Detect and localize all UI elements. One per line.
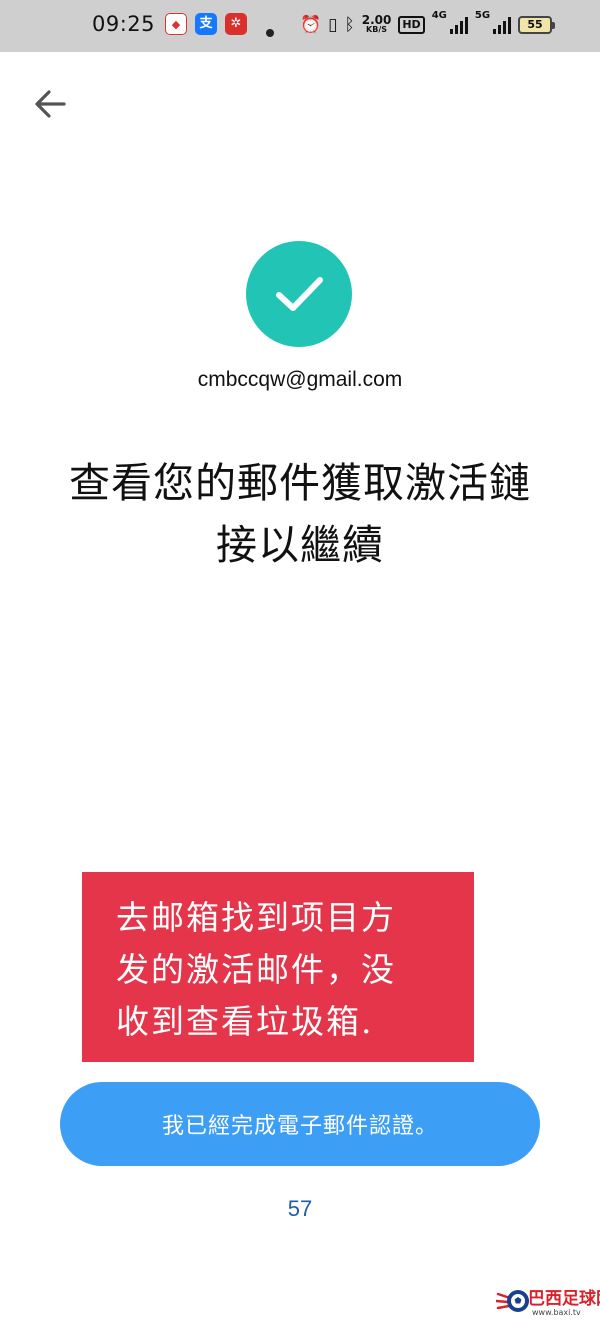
notification-dot: [266, 29, 274, 37]
alipay-app-icon: 支: [195, 13, 217, 35]
network-speed: 2.00 KB/S: [361, 13, 392, 35]
status-icons: ⏰ ▯ ᛒ 2.00 KB/S HD 4G 5G 55: [300, 10, 556, 38]
signal-1-label: 4G: [431, 10, 447, 21]
soccer-ball-logo-icon: [496, 1290, 529, 1312]
annotation-note: 去邮箱找到项目方 发的激活邮件，没 收到查看垃圾箱.: [82, 872, 474, 1062]
email-verified-button-label: 我已經完成電子郵件認證。: [161, 1114, 438, 1139]
news-app-icon: ✲: [225, 13, 247, 35]
page-title-line-1: 查看您的郵件獲取激活鏈: [69, 459, 531, 507]
user-email: cmbccqw@gmail.com: [197, 368, 403, 391]
hd-badge: HD: [398, 16, 425, 34]
back-button[interactable]: [30, 84, 70, 124]
signal-1-icon: [449, 16, 468, 34]
page-title-line-2: 接以繼續: [216, 521, 384, 569]
signal-2-label: 5G: [474, 10, 491, 21]
bluetooth-icon: ᛒ: [344, 15, 355, 35]
email-verified-button[interactable]: 我已經完成電子郵件認證。: [60, 1082, 540, 1166]
arrow-left-icon: [35, 90, 66, 118]
battery-level: 55: [518, 16, 553, 34]
watermark-url: www.baxi.tv: [532, 1308, 581, 1317]
baidu-app-icon: ◆: [165, 13, 187, 35]
alarm-icon: ⏰: [300, 15, 322, 35]
note-line-2: 发的激活邮件，没: [116, 950, 396, 989]
note-line-3: 收到查看垃圾箱.: [116, 1002, 374, 1041]
site-watermark: 巴西足球网 www.baxi.tv: [476, 1280, 600, 1332]
success-check-circle: [246, 241, 352, 347]
status-bar: 09:25 ◆ 支 ✲ ⏰ ▯ ᛒ 2.00 KB/S HD 4G 5G 55: [0, 0, 600, 52]
checkmark-icon: [276, 277, 323, 311]
note-line-1: 去邮箱找到项目方: [116, 898, 396, 937]
network-speed-unit: KB/S: [366, 25, 388, 34]
network-speed-value: 2.00: [361, 13, 392, 27]
signal-2-icon: [493, 16, 512, 34]
resend-countdown: 57: [287, 1196, 313, 1221]
page-title: 查看您的郵件獲取激活鏈 接以繼續: [20, 452, 580, 576]
status-time: 09:25: [92, 12, 156, 36]
battery-icon: 55: [518, 16, 556, 34]
vibrate-icon: ▯: [328, 15, 338, 35]
watermark-text: 巴西足球网: [528, 1289, 600, 1309]
